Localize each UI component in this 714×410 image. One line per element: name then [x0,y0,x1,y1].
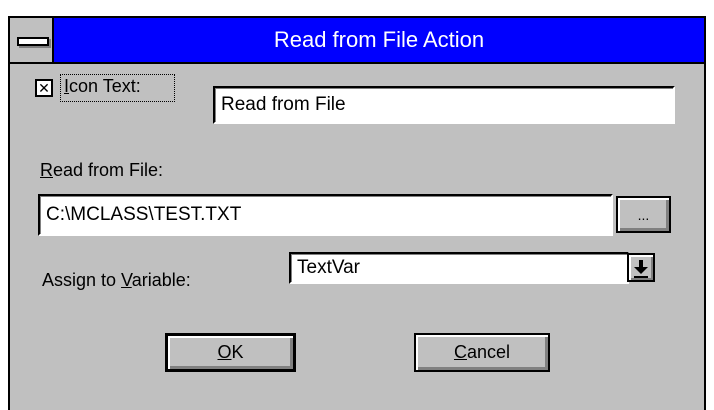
cancel-button[interactable]: Cancel [414,333,550,372]
icon-text-checkbox[interactable]: ✕ [35,79,53,97]
system-menu-button[interactable] [10,18,54,62]
dropdown-arrow-icon [634,267,648,274]
icon-text-label: Icon Text: [64,76,141,96]
variable-dropdown-button[interactable] [627,253,655,282]
browse-button[interactable]: ... [616,196,671,233]
assign-variable-label: Assign to Variable: [42,270,191,290]
system-menu-icon [17,37,49,46]
ok-button[interactable]: OK [165,333,296,372]
title-bar[interactable]: Read from File Action [10,18,704,64]
window-title: Read from File Action [273,27,485,52]
icon-text-input[interactable]: Read from File [213,86,675,124]
read-from-file-label: Read from File: [40,160,164,180]
variable-select[interactable]: TextVar [289,252,629,284]
file-path-input[interactable]: C:\MCLASS\TEST.TXT [38,194,613,236]
